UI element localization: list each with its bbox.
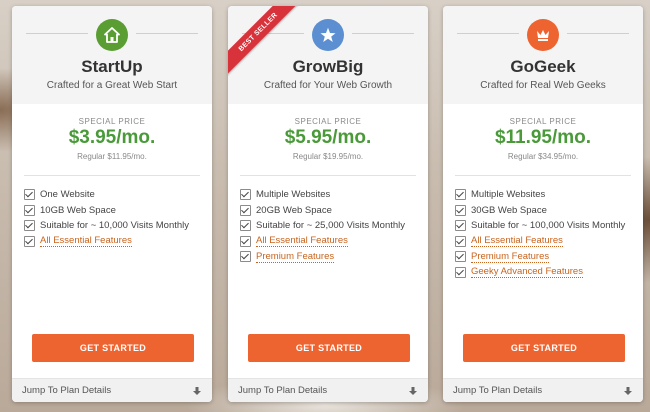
feature-list: Multiple Websites 20GB Web Space Suitabl… [228,187,428,265]
plan-name: GoGeek [510,57,576,76]
regular-price: Regular $11.95/mo. [77,152,147,161]
special-price-label: SPECIAL PRICE [294,117,362,126]
feature-link[interactable]: All Essential Features [40,235,132,248]
feature-text: 20GB Web Space [256,204,332,216]
checkbox-icon [455,251,466,263]
jump-to-plan-details[interactable]: Jump To Plan Details [12,378,212,402]
checkbox-icon [455,189,466,201]
plan-card-growbig: GrowBig Crafted for Your Web Growth BEST… [228,6,428,402]
star-icon [312,19,344,51]
regular-price: Regular $19.95/mo. [292,152,364,161]
feature-text: 10GB Web Space [40,204,116,216]
divider [352,33,414,34]
arrow-down-icon [408,386,418,396]
plan-price: $5.95/mo. [284,127,372,148]
checkbox-icon [455,204,466,216]
feature-item: 10GB Web Space [24,203,212,219]
feature-item: Multiple Websites [240,187,428,203]
feature-item: All Essential Features [455,234,643,250]
feature-link[interactable]: Premium Features [256,251,335,263]
checkbox-icon [24,220,35,232]
checkbox-icon [240,220,251,232]
feature-item: Premium Features [240,249,428,265]
feature-item: Suitable for ~ 100,000 Visits Monthly [455,218,643,234]
get-started-button[interactable]: GET STARTED [248,334,410,362]
feature-text: Suitable for ~ 10,000 Visits Monthly [40,220,190,232]
feature-list: Multiple Websites 30GB Web Space Suitabl… [443,187,643,280]
jump-label: Jump To Plan Details [453,385,543,396]
feature-item: Premium Features [455,249,643,265]
plan-price: $11.95/mo. [494,127,592,148]
plan-price: $3.95/mo. [68,127,156,148]
plan-name: StartUp [81,57,143,76]
get-started-button[interactable]: GET STARTED [463,334,625,362]
divider [457,33,519,34]
feature-text: 30GB Web Space [471,204,547,216]
checkbox-icon [455,220,466,232]
divider [26,33,88,34]
feature-item: All Essential Features [24,234,212,250]
best-seller-ribbon: BEST SELLER [228,6,304,78]
checkbox-icon [24,189,35,201]
checkbox-icon [240,204,251,216]
feature-item: Suitable for ~ 10,000 Visits Monthly [24,218,212,234]
divider [567,33,629,34]
feature-text: Multiple Websites [256,189,331,201]
checkbox-icon [455,235,466,247]
checkbox-icon [240,189,251,201]
special-price-label: SPECIAL PRICE [78,117,146,126]
jump-label: Jump To Plan Details [238,385,328,396]
feature-item: All Essential Features [240,234,428,250]
checkbox-icon [24,204,35,216]
divider [455,175,631,176]
arrow-down-icon [623,386,633,396]
feature-link[interactable]: Premium Features [471,251,550,263]
feature-link[interactable]: All Essential Features [256,235,348,248]
feature-item: 20GB Web Space [240,203,428,219]
divider [136,33,198,34]
feature-text: One Website [40,189,95,201]
feature-link[interactable]: All Essential Features [471,235,563,248]
jump-to-plan-details[interactable]: Jump To Plan Details [443,378,643,402]
arrow-down-icon [192,386,202,396]
plan-subtitle: Crafted for a Great Web Start [46,80,178,91]
divider [24,175,200,176]
feature-item: Multiple Websites [455,187,643,203]
feature-text: Suitable for ~ 25,000 Visits Monthly [256,220,406,232]
checkbox-icon [240,251,251,263]
feature-text: Multiple Websites [471,189,546,201]
feature-link[interactable]: Geeky Advanced Features [471,266,583,279]
feature-item: One Website [24,187,212,203]
divider [240,175,416,176]
feature-text: Suitable for ~ 100,000 Visits Monthly [471,220,626,232]
plan-subtitle: Crafted for Real Web Geeks [480,80,606,91]
checkbox-icon [240,235,251,247]
plan-card-gogeek: GoGeek Crafted for Real Web Geeks SPECIA… [443,6,643,402]
regular-price: Regular $34.95/mo. [507,152,579,161]
feature-item: Geeky Advanced Features [455,265,643,281]
checkbox-icon [455,266,466,278]
special-price-label: SPECIAL PRICE [509,117,577,126]
jump-to-plan-details[interactable]: Jump To Plan Details [228,378,428,402]
crown-icon [527,19,559,51]
ribbon: BEST SELLER [228,6,308,86]
plan-header: StartUp Crafted for a Great Web Start [12,6,212,104]
get-started-button[interactable]: GET STARTED [32,334,194,362]
feature-item: Suitable for ~ 25,000 Visits Monthly [240,218,428,234]
plan-card-startup: StartUp Crafted for a Great Web Start SP… [12,6,212,402]
checkbox-icon [24,235,35,247]
feature-list: One Website 10GB Web Space Suitable for … [12,187,212,249]
plan-header: GoGeek Crafted for Real Web Geeks [443,6,643,104]
house-icon [96,19,128,51]
jump-label: Jump To Plan Details [22,385,112,396]
feature-item: 30GB Web Space [455,203,643,219]
